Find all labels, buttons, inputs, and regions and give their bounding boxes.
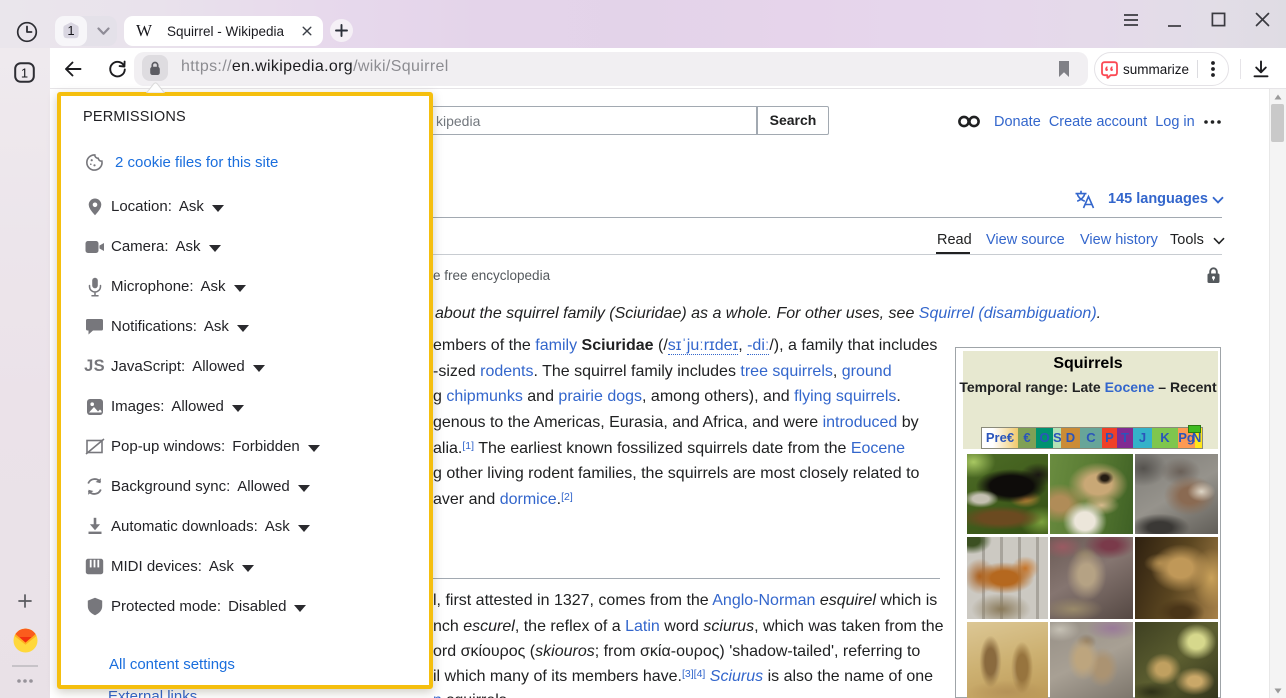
svg-text:1: 1 (21, 65, 28, 80)
svg-text:1: 1 (67, 23, 74, 38)
